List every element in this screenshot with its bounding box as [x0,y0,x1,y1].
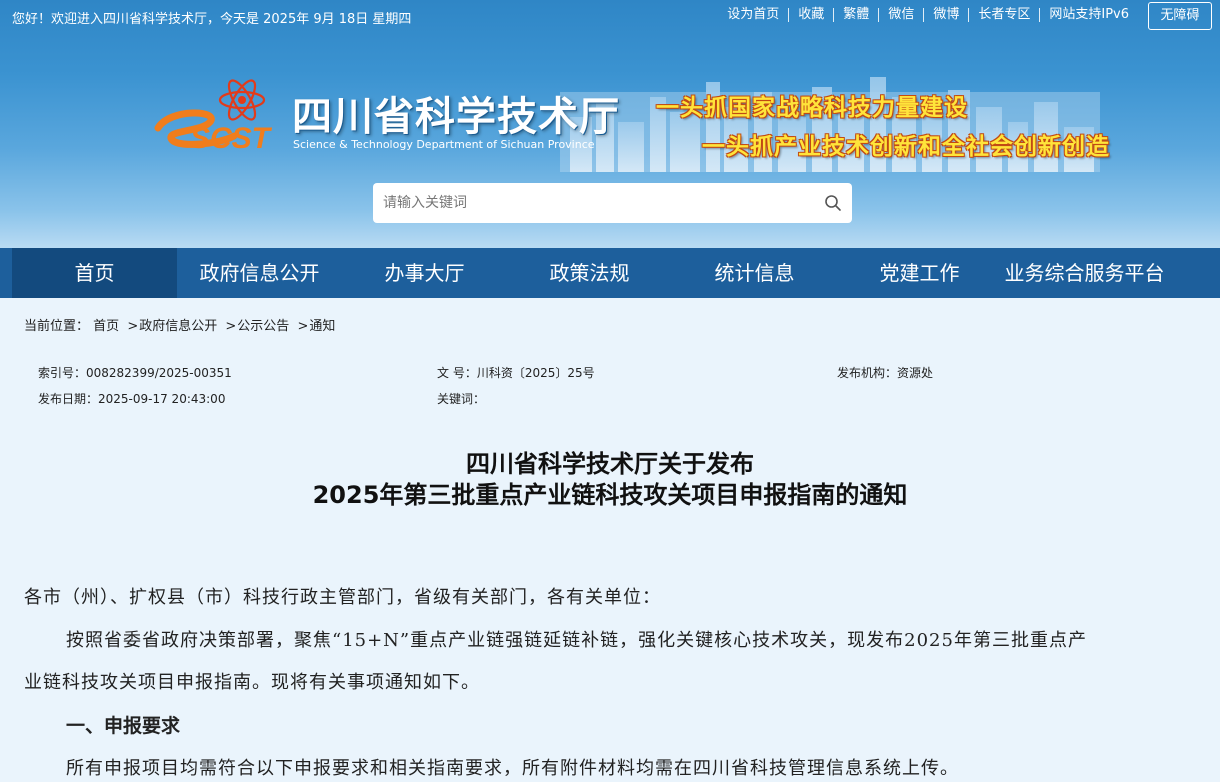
nav-item-gov-info[interactable]: 政府信息公开 [177,248,342,298]
set-homepage-link[interactable]: 设为首页 [718,8,788,22]
nav-item-service-platform[interactable]: 业务综合服务平台 [1002,248,1167,298]
accessibility-button[interactable]: 无障碍 [1148,2,1212,30]
welcome-text: 您好！欢迎进入四川省科学技术厅，今天是 2025年 9月 18日 星期四 [12,12,412,27]
salutation: 各市（州）、扩权县（市）科技行政主管部门，省级有关部门，各有关单位： [24,587,661,608]
nav-item-home[interactable]: 首页 [12,248,177,298]
breadcrumb-separator: > [127,319,139,334]
meta-publisher: 发布机构：资源处 [837,366,934,380]
document-title-line-2: 2025年第三批重点产业链科技攻关项目申报指南的通知 [312,481,908,509]
paragraph-2: 所有申报项目均需符合以下申报要求和相关指南要求，所有附件材料均需在四川省科技管理… [66,758,959,779]
scst-logo-icon[interactable]: SCST [150,70,280,152]
logo-text: SCST [190,122,273,152]
slogan-line-1: 一头抓国家战略科技力量建设 [656,95,968,121]
site-subtitle: Science & Technology Department of Sichu… [293,138,595,151]
nav-item-policies[interactable]: 政策法规 [507,248,672,298]
breadcrumb-separator: > [297,319,309,334]
section-heading-1: 一、申报要求 [66,715,181,737]
wechat-link[interactable]: 微信 [878,8,923,22]
site-header: 您好！欢迎进入四川省科学技术厅，今天是 2025年 9月 18日 星期四 设为首… [0,0,1220,248]
elderly-zone-link[interactable]: 长者专区 [968,8,1039,22]
search-input[interactable] [383,192,803,214]
paragraph-1-line-1: 按照省委省政府决策部署，聚焦“15+N”重点产业链强链延链补链，强化关键核心技术… [66,630,1087,651]
bookmark-link[interactable]: 收藏 [788,8,833,22]
breadcrumb-announcements[interactable]: 公示公告 [237,319,289,334]
meta-keywords: 关键词： [437,392,486,406]
nav-item-service-hall[interactable]: 办事大厅 [342,248,507,298]
meta-index-number: 索引号：008282399/2025-00351 [38,366,232,380]
site-title[interactable]: 四川省科学技术厅 [292,84,620,142]
breadcrumb-label: 当前位置： [24,319,90,334]
document-title-line-1: 四川省科学技术厅关于发布 [466,450,754,478]
breadcrumb-separator: > [225,319,237,334]
meta-publish-date: 发布日期：2025-09-17 20:43:00 [38,392,226,406]
breadcrumb-home[interactable]: 首页 [93,319,119,334]
nav-item-statistics[interactable]: 统计信息 [672,248,837,298]
ipv6-support-link[interactable]: 网站支持IPv6 [1039,8,1138,22]
paragraph-1-line-2: 业链科技攻关项目申报指南。现将有关事项通知如下。 [24,672,480,693]
breadcrumb: 当前位置： 首页 >政府信息公开 >公示公告 >通知 [24,315,335,334]
top-bar: 您好！欢迎进入四川省科学技术厅，今天是 2025年 9月 18日 星期四 设为首… [0,0,1220,32]
search-icon[interactable] [824,194,842,212]
weibo-link[interactable]: 微博 [923,8,968,22]
breadcrumb-notice[interactable]: 通知 [309,319,335,334]
breadcrumb-gov-info[interactable]: 政府信息公开 [139,319,217,334]
main-nav: 首页 政府信息公开 办事大厅 政策法规 统计信息 党建工作 业务综合服务平台 [0,248,1220,298]
meta-document-number: 文 号：川科资〔2025〕25号 [437,366,595,380]
search-box [373,183,852,223]
nav-item-party-building[interactable]: 党建工作 [837,248,1002,298]
traditional-chinese-link[interactable]: 繁體 [833,8,878,22]
top-links: 设为首页 收藏 繁體 微信 微博 长者专区 网站支持IPv6 [718,8,1138,22]
slogan-line-2: 一头抓产业技术创新和全社会创新创造 [702,134,1110,160]
